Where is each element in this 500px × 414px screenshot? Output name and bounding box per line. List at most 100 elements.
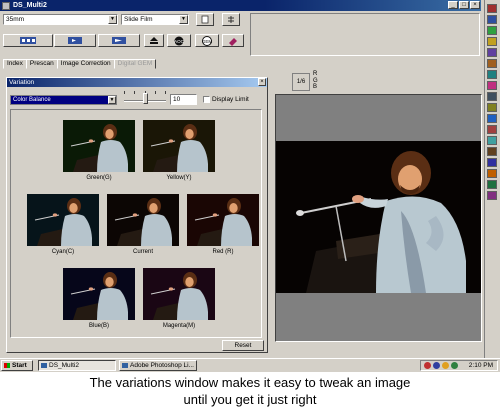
start-button[interactable]: Start <box>1 360 33 371</box>
scan-button[interactable] <box>98 34 140 47</box>
svg-text:AOC: AOC <box>174 39 185 44</box>
film-type-select[interactable]: Slide Film ▼ <box>121 14 189 25</box>
toolbar-tool-icon[interactable] <box>487 158 497 167</box>
prescan-button[interactable] <box>54 34 96 47</box>
toolbar-tool-icon[interactable] <box>487 114 497 123</box>
document-icon <box>201 15 209 24</box>
toolbar-tool-icon[interactable] <box>487 125 497 134</box>
variation-thumbnail-label: Current <box>132 249 153 255</box>
tray-icon[interactable] <box>433 362 440 369</box>
eject-button[interactable] <box>144 34 164 47</box>
index-scan-button[interactable] <box>3 34 53 47</box>
variation-thumbnail[interactable] <box>143 120 215 172</box>
toolbar-tool-icon[interactable] <box>487 191 497 200</box>
variation-thumbnail-label: Red (R) <box>212 249 234 255</box>
gem-icon: GEM <box>202 35 212 46</box>
variation-thumbnail-label: Yellow(Y) <box>166 175 192 181</box>
caption-line-1: The variations window makes it easy to t… <box>89 375 411 390</box>
tab-prescan[interactable]: Prescan <box>25 59 58 69</box>
tab-digital-gem: Digital GEM <box>113 59 157 69</box>
maximize-button[interactable]: □ <box>459 1 469 9</box>
preview-panel[interactable] <box>275 94 482 342</box>
display-limit-label: Display Limit <box>212 96 249 103</box>
toolbar-tool-icon[interactable] <box>487 15 497 24</box>
amount-input[interactable]: 10 <box>170 94 197 105</box>
variation-thumbnail[interactable] <box>107 194 179 246</box>
window-title-bar[interactable]: DS_Multi2 _ □ × <box>0 0 481 11</box>
window-controls: _ □ × <box>448 1 480 9</box>
variation-dialog: Variation × Color Balance ▼ 10 Display L… <box>6 77 268 353</box>
minimize-button[interactable]: _ <box>448 1 458 9</box>
scan-info-panel <box>250 13 480 56</box>
rgb-readout: R G B <box>313 71 318 91</box>
chevron-down-icon: ▼ <box>108 96 116 104</box>
tab-strip: Index Prescan Image Correction Digital G… <box>3 59 157 69</box>
thumbnail-photo <box>70 124 128 172</box>
main-toolbar: 35mm ▼ Slide Film ▼ AOC GEM <box>0 11 481 58</box>
variation-close-button[interactable]: × <box>258 78 266 86</box>
tab-image-correction[interactable]: Image Correction <box>56 59 115 69</box>
desktop-screen: DS_Multi2 _ □ × 35mm ▼ Slide Film ▼ AOC … <box>0 0 500 372</box>
speaker-icon[interactable] <box>442 362 449 369</box>
amount-slider-thumb[interactable] <box>143 93 148 104</box>
tab-index[interactable]: Index <box>3 59 27 69</box>
thumbnail-photo <box>70 272 128 320</box>
taskbar-clock: 2:10 PM <box>468 362 493 369</box>
film-size-value: 35mm <box>6 16 25 23</box>
toolbar-tool-icon[interactable] <box>487 147 497 156</box>
eraser-icon <box>229 37 237 46</box>
toolbar-tool-icon[interactable] <box>487 26 497 35</box>
taskbar-item-ds-multi2[interactable]: DS_Multi2 <box>38 360 116 371</box>
thumbnail-photo <box>150 124 208 172</box>
reset-button[interactable]: Reset <box>222 340 264 351</box>
variation-thumbnail[interactable] <box>63 120 135 172</box>
channel-r-label: R <box>313 71 318 77</box>
display-limit-checkbox[interactable]: Display Limit <box>203 96 249 103</box>
aoc-icon: AOC <box>174 36 185 45</box>
frame-counter[interactable]: 1/6 <box>292 73 310 91</box>
variation-thumbnail[interactable] <box>63 268 135 320</box>
variation-thumbnail-label: Green(G) <box>86 175 112 181</box>
close-button[interactable]: × <box>470 1 480 9</box>
toolbar-tool-icon[interactable] <box>487 103 497 112</box>
preview-image[interactable] <box>276 141 481 293</box>
variation-title-bar[interactable]: Variation × <box>7 78 267 87</box>
adjust-button[interactable] <box>222 13 240 26</box>
variation-thumbnail[interactable] <box>27 194 99 246</box>
gem-button[interactable]: GEM <box>195 34 219 47</box>
variation-mode-select[interactable]: Color Balance ▼ <box>10 95 117 105</box>
taskbar: Start DS_Multi2 Adobe Photoshop Li... 2:… <box>0 358 500 372</box>
prescan-icon <box>68 37 82 44</box>
thumbnail-photo <box>150 272 208 320</box>
eject-icon <box>150 37 158 44</box>
variation-thumbnail-label: Cyan(C) <box>51 249 75 255</box>
toolbar-tool-icon[interactable] <box>487 169 497 178</box>
app-icon <box>2 1 10 10</box>
variation-thumbnails-area: Green(G) Yellow(Y) Cyan(C) Current Red (R) Bl… <box>10 109 262 338</box>
toolbar-tool-icon[interactable] <box>487 59 497 68</box>
thumbnail-photo <box>114 198 172 246</box>
auto-color-button[interactable]: AOC <box>167 34 191 47</box>
taskbar-item-photoshop[interactable]: Adobe Photoshop Li... <box>119 360 197 371</box>
figure-caption: The variations window makes it easy to t… <box>0 374 500 414</box>
toolbar-tool-icon[interactable] <box>487 4 497 13</box>
film-size-select[interactable]: 35mm ▼ <box>3 14 118 25</box>
toolbar-tool-icon[interactable] <box>487 180 497 189</box>
film-type-value: Slide Film <box>124 16 153 23</box>
tray-icon[interactable] <box>451 362 458 369</box>
window-title: DS_Multi2 <box>13 2 47 9</box>
toolbar-tool-icon[interactable] <box>487 37 497 46</box>
checkbox-box[interactable] <box>203 96 210 103</box>
variation-thumbnail[interactable] <box>187 194 259 246</box>
tray-icon[interactable] <box>424 362 431 369</box>
toolbar-tool-icon[interactable] <box>487 48 497 57</box>
variation-thumbnail[interactable] <box>143 268 215 320</box>
toolbar-tool-icon[interactable] <box>487 70 497 79</box>
toolbar-tool-icon[interactable] <box>487 81 497 90</box>
variation-title: Variation <box>9 79 35 86</box>
erase-button[interactable] <box>222 34 244 47</box>
frame-counter-value: 1/6 <box>296 79 306 85</box>
settings-button[interactable] <box>196 13 214 26</box>
toolbar-tool-icon[interactable] <box>487 92 497 101</box>
toolbar-tool-icon[interactable] <box>487 136 497 145</box>
